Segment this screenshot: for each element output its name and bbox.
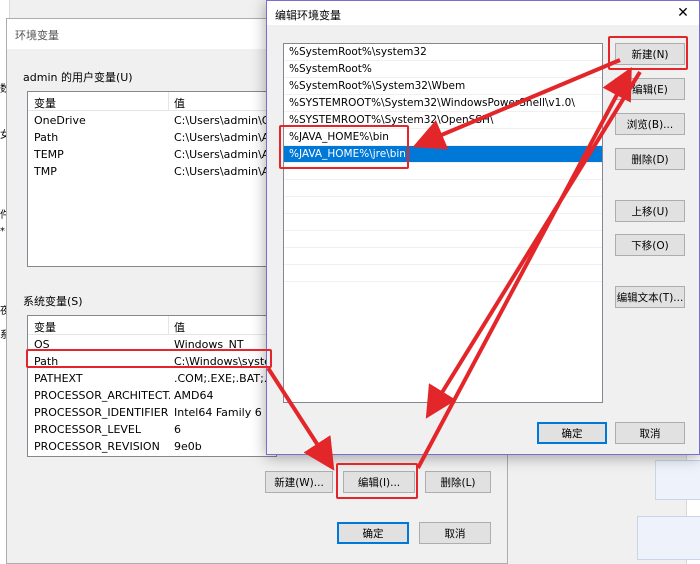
variable-name: OneDrive: [34, 114, 86, 127]
edit-path-button[interactable]: 编辑(E): [615, 78, 685, 100]
user-variable-row[interactable]: Path C:\Users\admin\AppData\Local: [28, 129, 276, 146]
annotation-box-java-entries: [279, 125, 409, 169]
bg-thumbnail: [637, 516, 700, 560]
user-variables-list[interactable]: 变量 值 OneDrive C:\Users\admin\OneDrive Pa…: [27, 91, 277, 267]
browse-button[interactable]: 浏览(B)...: [615, 113, 685, 135]
env-ok-button[interactable]: 确定: [337, 522, 409, 544]
user-variable-row[interactable]: TEMP C:\Users\admin\AppData\Local: [28, 146, 276, 163]
env-dialog-title: 环境变量: [15, 29, 59, 42]
path-entry[interactable]: %SystemRoot%: [284, 61, 602, 78]
variable-value: Intel64 Family 6 Model: [174, 406, 276, 419]
annotation-box-edit-button: [336, 463, 418, 499]
edit-text-button[interactable]: 编辑文本(T)...: [615, 286, 685, 308]
system-variables-header: 变量 值: [28, 316, 276, 335]
variable-name: TMP: [34, 165, 57, 178]
user-variables-label: admin 的用户变量(U): [23, 71, 133, 84]
variable-value: 9e0b: [174, 440, 202, 453]
env-cancel-button[interactable]: 取消: [419, 522, 491, 544]
system-variables-list[interactable]: 变量 值 OS Windows_NT Path C:\Windows\syste…: [27, 315, 277, 457]
path-entry-empty[interactable]: [284, 180, 602, 197]
delete-path-button[interactable]: 删除(D): [615, 148, 685, 170]
user-variables-header: 变量 值: [28, 92, 276, 111]
variable-name: PROCESSOR_IDENTIFIER: [34, 406, 169, 419]
path-entry-empty[interactable]: [284, 214, 602, 231]
close-icon[interactable]: ✕: [673, 3, 693, 23]
bg-thumbnail: [655, 460, 700, 500]
system-variable-row[interactable]: PROCESSOR_IDENTIFIER Intel64 Family 6 Mo…: [28, 404, 276, 421]
variable-value: C:\Users\admin\AppData\Local: [174, 131, 276, 144]
user-variable-row[interactable]: OneDrive C:\Users\admin\OneDrive: [28, 112, 276, 129]
column-header-value[interactable]: 值: [174, 95, 185, 111]
move-up-button[interactable]: 上移(U): [615, 200, 685, 222]
system-variable-row[interactable]: PROCESSOR_ARCHITECT... AMD64: [28, 387, 276, 404]
path-entry-empty[interactable]: [284, 231, 602, 248]
edit-cancel-button[interactable]: 取消: [615, 422, 685, 444]
variable-value: 6: [174, 423, 181, 436]
path-entry-empty[interactable]: [284, 265, 602, 282]
variable-value: C:\Users\admin\AppData\Local: [174, 165, 276, 178]
user-variable-row[interactable]: TMP C:\Users\admin\AppData\Local: [28, 163, 276, 180]
system-variable-row[interactable]: PATHEXT .COM;.EXE;.BAT;.CMD: [28, 370, 276, 387]
path-entry-empty[interactable]: [284, 197, 602, 214]
edit-titlebar: 编辑环境变量 ✕: [267, 1, 699, 25]
column-header-value[interactable]: 值: [174, 319, 185, 335]
path-entry-empty[interactable]: [284, 248, 602, 265]
variable-value: C:\Users\admin\OneDrive: [174, 114, 277, 127]
variable-value: AMD64: [174, 389, 214, 402]
annotation-box-path-row: [26, 349, 272, 368]
variable-value: .COM;.EXE;.BAT;.CMD: [174, 372, 276, 385]
system-variable-row[interactable]: PROCESSOR_REVISION 9e0b: [28, 438, 276, 455]
system-variables-label: 系统变量(S): [23, 295, 83, 308]
column-header-variable[interactable]: 变量: [34, 319, 56, 335]
variable-value: C:\Users\admin\AppData\Local: [174, 148, 276, 161]
path-entries-list[interactable]: %SystemRoot%\system32 %SystemRoot% %Syst…: [283, 43, 603, 403]
variable-name: PROCESSOR_LEVEL: [34, 423, 142, 436]
variable-name: PROCESSOR_ARCHITECT...: [34, 389, 170, 402]
system-delete-button[interactable]: 删除(L): [425, 471, 491, 493]
variable-name: PROCESSOR_REVISION: [34, 440, 160, 453]
annotation-box-new-button: [608, 36, 688, 70]
bg-fragment: *: [0, 226, 5, 237]
variable-name: TEMP: [34, 148, 64, 161]
column-header-variable[interactable]: 变量: [34, 95, 56, 111]
edit-ok-button[interactable]: 确定: [537, 422, 607, 444]
variable-name: PATHEXT: [34, 372, 83, 385]
path-entry[interactable]: %SystemRoot%\system32: [284, 44, 602, 61]
system-new-button[interactable]: 新建(W)...: [265, 471, 333, 493]
path-entry[interactable]: %SystemRoot%\System32\Wbem: [284, 78, 602, 95]
system-variable-row[interactable]: PROCESSOR_LEVEL 6: [28, 421, 276, 438]
path-entry[interactable]: %SYSTEMROOT%\System32\WindowsPowerShell\…: [284, 95, 602, 112]
move-down-button[interactable]: 下移(O): [615, 234, 685, 256]
variable-name: Path: [34, 131, 59, 144]
edit-dialog-title: 编辑环境变量: [275, 9, 341, 22]
